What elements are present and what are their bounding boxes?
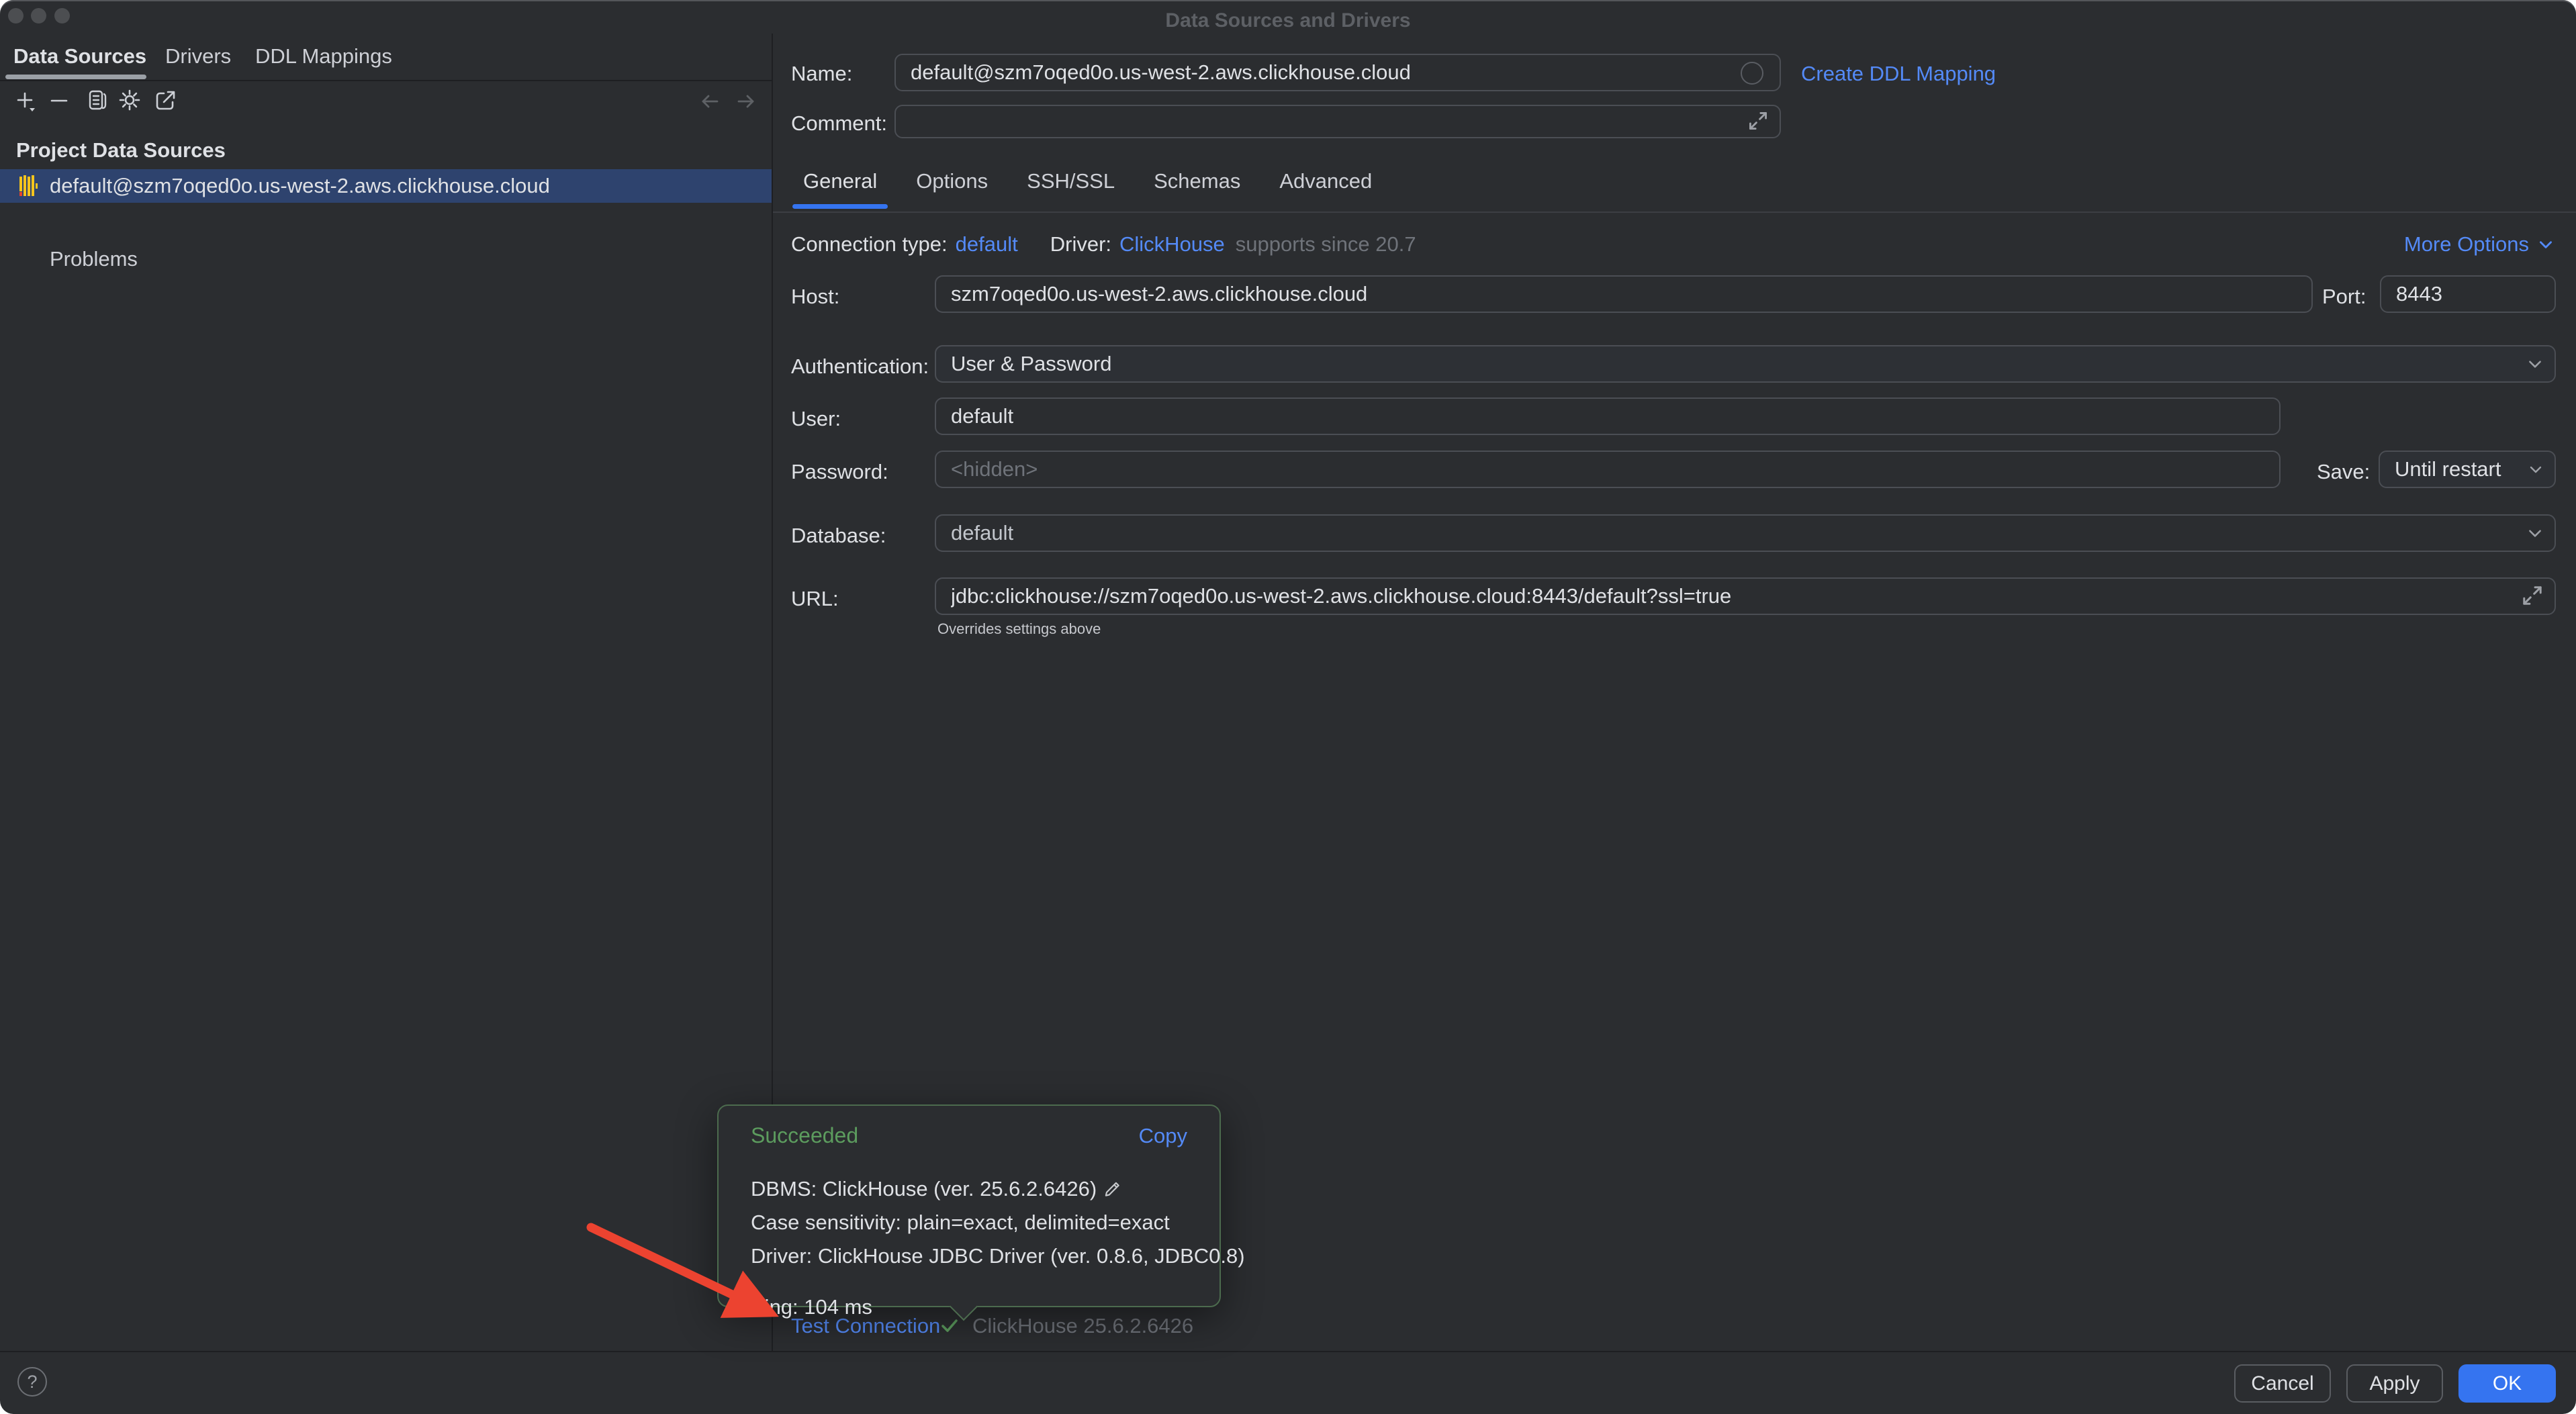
driver-support-note: supports since 20.7 xyxy=(1236,232,1416,256)
port-label: Port: xyxy=(2322,285,2366,309)
chevron-down-icon xyxy=(2528,461,2544,477)
duplicate-button[interactable] xyxy=(86,89,109,111)
tab-schemas[interactable]: Schemas xyxy=(1154,169,1240,193)
user-field[interactable] xyxy=(935,397,2281,435)
driver-link[interactable]: ClickHouse xyxy=(1119,232,1225,256)
data-sources-dialog: Data Sources and Drivers Data Sources Dr… xyxy=(0,0,2576,1414)
connection-type-row: Connection type: default Driver: ClickHo… xyxy=(791,232,1416,256)
host-field[interactable] xyxy=(935,275,2313,313)
name-field[interactable] xyxy=(894,54,1781,91)
chevron-down-icon xyxy=(2537,236,2555,253)
sidebar-active-tab-underline xyxy=(5,75,146,79)
url-label: URL: xyxy=(791,587,839,611)
database-value: default xyxy=(951,521,1013,545)
authentication-label: Authentication: xyxy=(791,355,929,379)
problems-section[interactable]: Problems xyxy=(50,247,138,271)
forward-button[interactable] xyxy=(735,90,757,113)
more-options[interactable]: More Options xyxy=(2404,232,2555,256)
window-title: Data Sources and Drivers xyxy=(0,9,2576,32)
back-button[interactable] xyxy=(698,90,721,113)
dbms-line: DBMS: ClickHouse (ver. 25.6.2.6426) xyxy=(751,1172,1193,1206)
project-data-sources-header: Project Data Sources xyxy=(16,138,226,162)
pencil-icon[interactable] xyxy=(1102,1179,1122,1199)
save-label: Save: xyxy=(2317,460,2370,484)
database-label: Database: xyxy=(791,524,886,548)
database-select[interactable]: default xyxy=(935,514,2556,552)
test-result-status: Succeeded xyxy=(751,1123,858,1148)
host-label: Host: xyxy=(791,285,839,309)
comment-expand-icon[interactable] xyxy=(1746,109,1770,133)
save-select[interactable]: Until restart xyxy=(2379,451,2556,488)
comment-label: Comment: xyxy=(791,111,887,136)
test-result-popup: Succeeded Copy DBMS: ClickHouse (ver. 25… xyxy=(717,1104,1221,1307)
sidebar-tab-ddl-mappings[interactable]: DDL Mappings xyxy=(255,44,392,68)
comment-field[interactable] xyxy=(894,105,1781,138)
chevron-down-icon xyxy=(2526,524,2544,542)
url-note: Overrides settings above xyxy=(937,620,1101,638)
footer-divider xyxy=(0,1351,2576,1352)
help-button[interactable]: ? xyxy=(17,1367,47,1397)
user-label: User: xyxy=(791,407,841,431)
tab-general[interactable]: General xyxy=(803,169,877,193)
add-data-source-button[interactable] xyxy=(15,90,38,113)
url-expand-icon[interactable] xyxy=(2520,583,2545,608)
data-source-color-circle[interactable] xyxy=(1741,62,1763,85)
password-field[interactable] xyxy=(935,451,2281,488)
driver-line: Driver: ClickHouse JDBC Driver (ver. 0.8… xyxy=(751,1239,1193,1273)
open-in-new-window-button[interactable] xyxy=(154,89,177,111)
name-label: Name: xyxy=(791,62,852,86)
tab-ssh-ssl[interactable]: SSH/SSL xyxy=(1027,169,1115,193)
question-mark-icon: ? xyxy=(27,1372,37,1393)
copy-result-link[interactable]: Copy xyxy=(1139,1124,1187,1148)
cancel-button[interactable]: Cancel xyxy=(2234,1364,2331,1403)
chevron-down-icon xyxy=(2526,355,2544,373)
connection-type-link[interactable]: default xyxy=(956,232,1018,256)
connection-settings-tabs: General Options SSH/SSL Schemas Advanced xyxy=(803,169,1372,193)
apply-button[interactable]: Apply xyxy=(2346,1364,2443,1403)
save-value: Until restart xyxy=(2395,457,2501,481)
data-source-item-label: default@szm7oqed0o.us-west-2.aws.clickho… xyxy=(50,174,550,198)
port-field[interactable] xyxy=(2380,275,2556,313)
sidebar-tab-drivers[interactable]: Drivers xyxy=(165,44,231,68)
create-ddl-mapping-link[interactable]: Create DDL Mapping xyxy=(1801,62,1996,86)
sidebar-tab-data-sources[interactable]: Data Sources xyxy=(13,44,146,68)
tabs-divider xyxy=(773,211,2576,213)
clickhouse-icon xyxy=(19,175,38,197)
driver-label: Driver: xyxy=(1050,232,1111,256)
tab-options[interactable]: Options xyxy=(916,169,988,193)
data-source-list-item[interactable]: default@szm7oqed0o.us-west-2.aws.clickho… xyxy=(0,169,772,203)
case-sensitivity-line: Case sensitivity: plain=exact, delimited… xyxy=(751,1206,1193,1239)
url-field[interactable] xyxy=(935,577,2556,615)
password-label: Password: xyxy=(791,460,888,484)
gear-icon[interactable] xyxy=(118,89,141,111)
ok-button[interactable]: OK xyxy=(2458,1364,2556,1403)
more-options-link[interactable]: More Options xyxy=(2404,232,2529,256)
authentication-select[interactable]: User & Password xyxy=(935,345,2556,383)
sidebar-tabs-divider xyxy=(0,80,772,81)
remove-data-source-button[interactable] xyxy=(48,90,71,113)
tab-advanced[interactable]: Advanced xyxy=(1279,169,1372,193)
connection-type-label: Connection type: xyxy=(791,232,948,256)
authentication-value: User & Password xyxy=(951,352,1111,376)
